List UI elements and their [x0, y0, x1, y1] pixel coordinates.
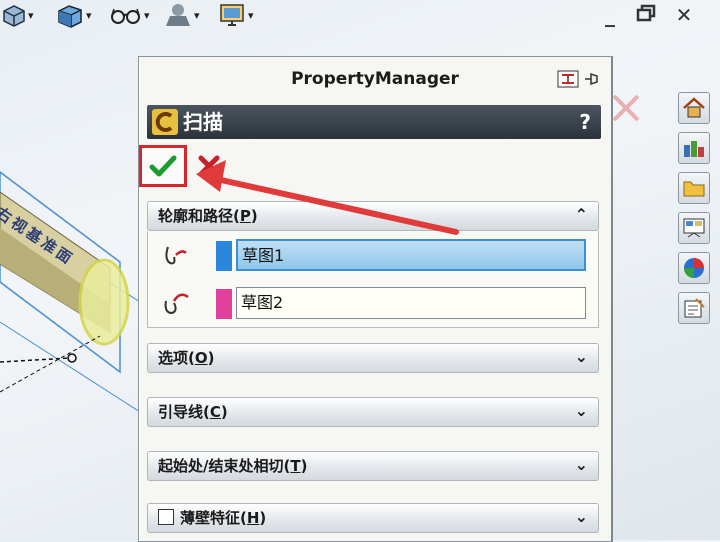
custom-properties-tab[interactable]	[678, 292, 710, 324]
view-palette-tab[interactable]	[678, 212, 710, 244]
task-pane-strip	[674, 86, 714, 326]
properties-icon	[684, 298, 705, 318]
dropdown-caret-icon: ▾	[248, 8, 254, 22]
view-orientation-button[interactable]: ▾	[0, 2, 34, 28]
feature-name: 扫描	[183, 110, 223, 134]
profile-field[interactable]: 草图1	[236, 239, 586, 271]
group-label: 轮廓和路径(P)	[158, 207, 258, 225]
group-options[interactable]: 选项(O) ⌄	[147, 343, 599, 373]
folder-icon	[683, 181, 705, 197]
group-tangency[interactable]: 起始处/结束处相切(T) ⌄	[147, 451, 599, 481]
profile-path-body: 草图1 草图2	[147, 231, 599, 328]
path-selection-row[interactable]: 草图2	[148, 285, 598, 321]
help-button[interactable]: ?	[579, 109, 591, 135]
display-style-button[interactable]: ▾	[56, 2, 92, 28]
group-profile-path[interactable]: 轮廓和路径(P) ⌃	[147, 201, 599, 231]
dropdown-caret-icon: ▾	[28, 8, 34, 22]
group-thin-feature[interactable]: 薄壁特征(H) ⌄	[147, 503, 599, 533]
minimize-icon[interactable]: _	[598, 4, 622, 26]
palette-icon	[683, 218, 705, 238]
property-manager-panel: PropertyManager 扫描 ? 轮廓和路径(P) ⌃ 草图1 草图2	[138, 56, 613, 542]
expand-chevron-icon[interactable]: ⌄	[575, 347, 588, 367]
scene-icon	[166, 4, 190, 26]
confirm-corner-x-icon	[612, 94, 640, 122]
hide-show-button[interactable]: ▾	[110, 2, 150, 28]
collapse-panel-icon[interactable]	[557, 70, 579, 88]
shaded-cube-icon	[58, 5, 82, 28]
pin-icon[interactable]	[583, 70, 601, 88]
view-toolbar: ▾ ▾ ▾ ▾ ▾ _ ✕	[0, 0, 720, 32]
red-x-icon	[198, 155, 220, 177]
profile-color-swatch	[216, 241, 232, 271]
restore-icon[interactable]	[634, 4, 658, 26]
graphics-area[interactable]: 右视基准面	[0, 32, 140, 540]
home-icon	[683, 97, 705, 118]
dropdown-caret-icon: ▾	[194, 8, 200, 22]
appearances-tab[interactable]	[678, 252, 710, 284]
monitor-icon	[220, 4, 244, 26]
design-library-tab[interactable]	[678, 132, 710, 164]
cancel-button[interactable]	[195, 151, 223, 181]
appearance-button[interactable]: ▾	[164, 2, 200, 28]
profile-selection-row[interactable]: 草图1	[148, 237, 598, 273]
path-sketch-icon	[164, 293, 189, 315]
profile-sketch-icon	[165, 246, 187, 265]
cube-orientation-icon	[3, 5, 25, 27]
sweep-feature-icon	[152, 109, 178, 135]
path-color-swatch	[216, 289, 232, 319]
expand-chevron-icon[interactable]: ⌄	[575, 507, 588, 527]
sweep-preview	[0, 171, 140, 413]
confirmation-corner[interactable]	[610, 92, 642, 124]
expand-chevron-icon[interactable]: ⌄	[575, 455, 588, 475]
group-label: 引导线(C)	[158, 403, 228, 421]
panel-pin-controls	[557, 69, 603, 89]
feature-title-bar: 扫描 ?	[147, 105, 601, 139]
group-label: 选项(O)	[158, 349, 215, 367]
group-guide-curves[interactable]: 引导线(C) ⌄	[147, 397, 599, 427]
file-explorer-tab[interactable]	[678, 172, 710, 204]
library-icon	[684, 141, 704, 157]
collapse-chevron-icon[interactable]: ⌃	[575, 205, 588, 225]
group-label: 起始处/结束处相切(T)	[158, 457, 308, 475]
expand-chevron-icon[interactable]: ⌄	[575, 401, 588, 421]
ok-button[interactable]	[139, 145, 187, 187]
thin-feature-checkbox[interactable]	[158, 509, 174, 525]
green-check-icon	[149, 155, 177, 177]
view-settings-button[interactable]: ▾	[218, 2, 254, 28]
group-label: 薄壁特征(H)	[158, 508, 266, 528]
dropdown-caret-icon: ▾	[144, 8, 150, 22]
close-icon[interactable]: ✕	[672, 4, 696, 26]
panel-title: PropertyManager	[291, 69, 459, 89]
ok-cancel-row	[139, 143, 339, 187]
dropdown-caret-icon: ▾	[86, 8, 92, 22]
glasses-icon	[111, 8, 140, 24]
home-tab[interactable]	[678, 92, 710, 124]
path-field[interactable]: 草图2	[236, 287, 586, 319]
color-sphere-icon	[684, 258, 704, 278]
